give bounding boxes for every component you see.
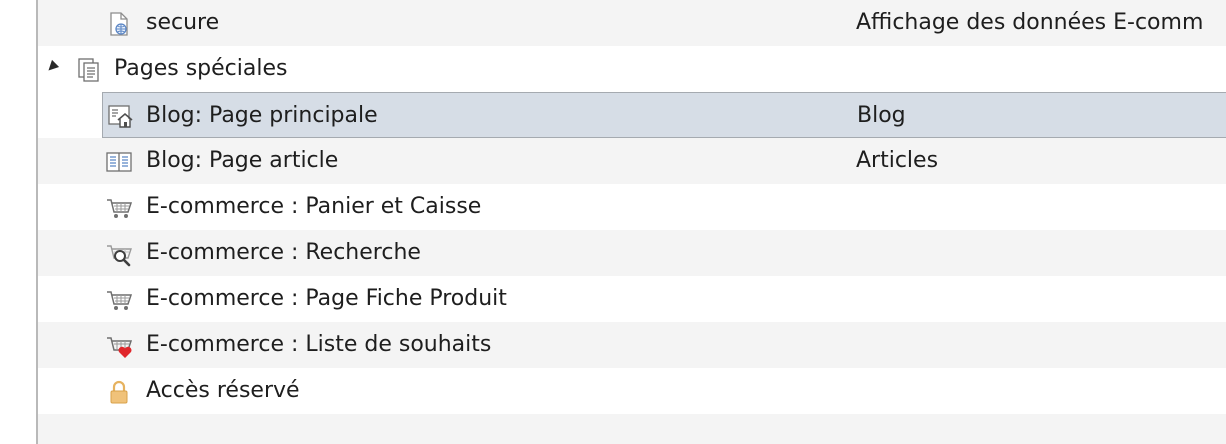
tree-row-label: secure [146,10,220,35]
page-tree: secure Affichage des données E-comm Page… [38,0,1226,444]
tree-row-ecommerce-panier[interactable]: E-commerce : Panier et Caisse [38,184,1226,230]
tree-row-acces-reserve[interactable]: Accès réservé [38,368,1226,414]
tree-row-ecommerce-fiche-produit[interactable]: E-commerce : Page Fiche Produit [38,276,1226,322]
secure-page-icon [106,11,132,37]
cart-search-icon [106,241,132,267]
tree-row-description: Articles [856,148,939,173]
tree-row-label: E-commerce : Panier et Caisse [146,194,482,219]
tree-row-label: Blog: Page principale [146,103,378,128]
tree-row-blog-page-principale[interactable]: Blog: Page principale Blog [102,92,1226,138]
tree-empty-row [38,414,1226,444]
tree-row-label: Accès réservé [146,378,300,403]
tree-row-description: Affichage des données E-comm [856,10,1204,35]
cart-icon [106,287,132,313]
expand-collapse-arrow-icon[interactable] [44,59,60,75]
lock-icon [106,379,132,405]
tree-row-secure[interactable]: secure Affichage des données E-comm [38,0,1226,46]
tree-row-pages-speciales[interactable]: Pages spéciales [38,46,1226,92]
tree-row-label: E-commerce : Liste de souhaits [146,332,492,357]
tree-row-label: Pages spéciales [114,56,288,81]
tree-row-description: Blog [857,103,906,128]
tree-row-ecommerce-recherche[interactable]: E-commerce : Recherche [38,230,1226,276]
pages-folder-icon [76,57,102,83]
tree-row-label: E-commerce : Page Fiche Produit [146,286,507,311]
blog-article-icon [106,149,132,175]
tree-row-label: E-commerce : Recherche [146,240,421,265]
tree-row-ecommerce-liste-souhaits[interactable]: E-commerce : Liste de souhaits [38,322,1226,368]
cart-icon [106,195,132,221]
tree-row-blog-page-article[interactable]: Blog: Page article Articles [38,138,1226,184]
cart-heart-icon [106,333,132,359]
blog-home-icon [107,103,133,129]
tree-row-label: Blog: Page article [146,148,339,173]
